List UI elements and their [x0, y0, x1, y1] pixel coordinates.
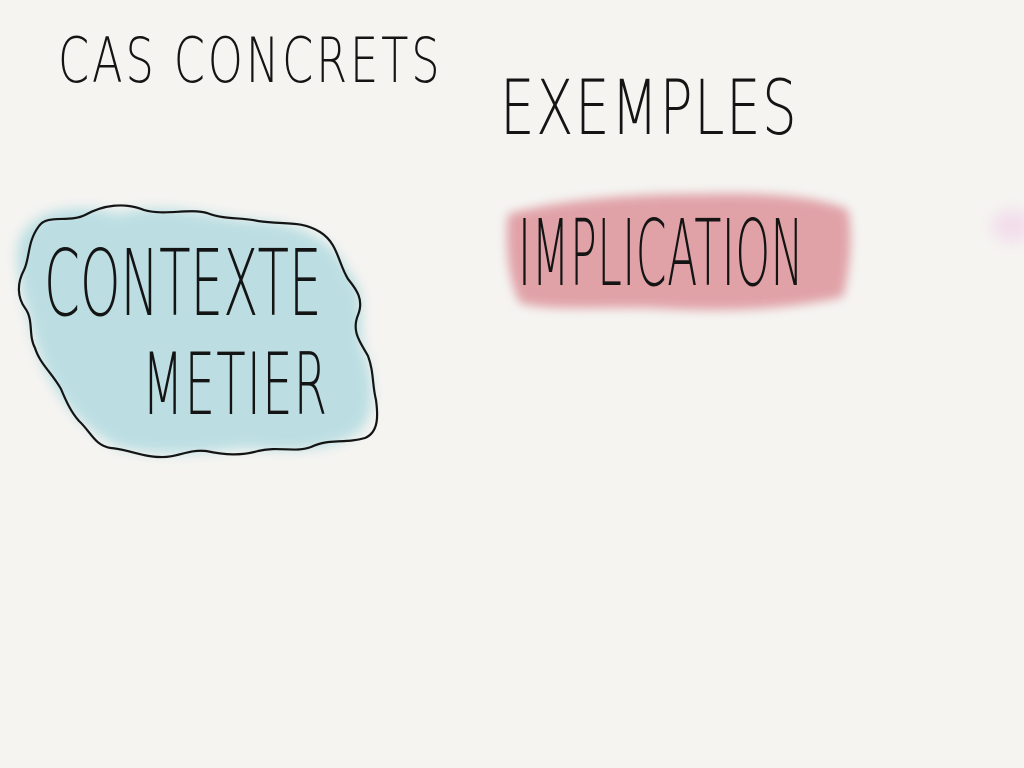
sketch-canvas: CAS CONCRETS EXEMPLES CONTEXTE METIER IM… [0, 0, 1024, 768]
blue-note-text-line-2: METIER [142, 335, 329, 435]
title-cas-concrets: CAS CONCRETS [58, 24, 443, 97]
blue-note-text-line-1: CONTEXTE [44, 230, 322, 337]
red-note-text: IMPLICATION [518, 200, 805, 307]
title-exemples: EXEMPLES [500, 63, 799, 152]
